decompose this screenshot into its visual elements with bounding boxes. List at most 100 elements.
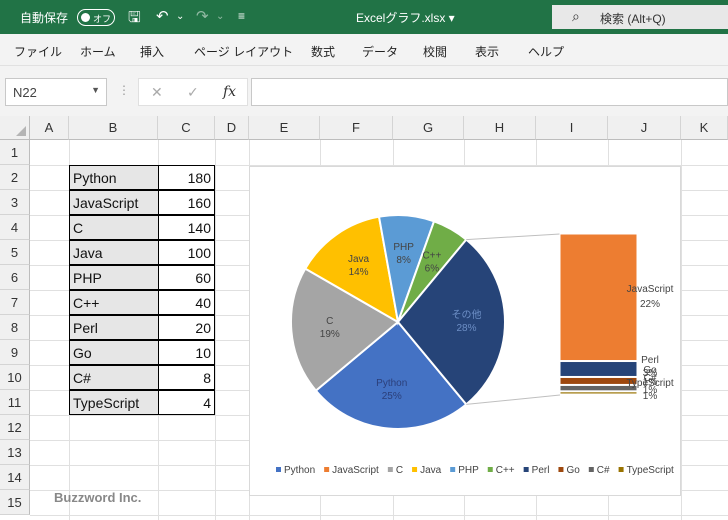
cell-value[interactable]: 20 xyxy=(158,315,215,340)
legend-item-PHP: PHP xyxy=(458,465,479,476)
legend-item-JavaScript: JavaScript xyxy=(332,465,379,476)
tab-review[interactable]: 校閲 xyxy=(423,43,447,60)
search-box[interactable]: ⌕ 検索 (Alt+Q) xyxy=(552,5,728,29)
cell-value[interactable]: 40 xyxy=(158,290,215,315)
row-header-3[interactable]: 3 xyxy=(0,190,30,215)
redo-icon[interactable]: ↷ xyxy=(196,7,209,25)
row-header-1[interactable]: 1 xyxy=(0,140,30,165)
pie-label-pct: 14% xyxy=(349,267,369,278)
row-header-6[interactable]: 6 xyxy=(0,265,30,290)
tab-file[interactable]: ファイル xyxy=(14,43,62,60)
bar-label-pct: 1% xyxy=(643,391,658,402)
cell-value[interactable]: 140 xyxy=(158,215,215,240)
autosave-toggle[interactable]: オフ xyxy=(77,9,115,26)
row-header-14[interactable]: 14 xyxy=(0,465,30,490)
search-label: 検索 (Alt+Q) xyxy=(600,12,666,26)
file-name[interactable]: Excelグラフ.xlsx ▾ xyxy=(356,9,455,26)
cell-value[interactable]: 180 xyxy=(158,165,215,190)
watermark: Buzzword Inc. xyxy=(54,490,142,505)
pie-label-name: PHP xyxy=(393,242,414,253)
column-header-A[interactable]: A xyxy=(30,116,69,140)
cell-language[interactable]: Python xyxy=(69,165,159,190)
grid-row-line xyxy=(30,515,728,516)
cell-language[interactable]: Perl xyxy=(69,315,159,340)
cell-language[interactable]: PHP xyxy=(69,265,159,290)
row-header-9[interactable]: 9 xyxy=(0,340,30,365)
cell-language[interactable]: Go xyxy=(69,340,159,365)
save-icon[interactable]: 🖫 xyxy=(128,7,141,32)
cell-language[interactable]: JavaScript xyxy=(69,190,159,215)
row-header-2[interactable]: 2 xyxy=(0,165,30,190)
column-header-G[interactable]: G xyxy=(393,116,464,140)
cancel-icon[interactable]: ✕ xyxy=(151,84,163,101)
tab-help[interactable]: ヘルプ xyxy=(528,43,564,60)
title-bar: 自動保存 オフ 🖫 ↶ ⌄ ↷ ⌄ ≡ Excelグラフ.xlsx ▾ ⌕ 検索… xyxy=(0,0,728,34)
row-header-8[interactable]: 8 xyxy=(0,315,30,340)
cell-value[interactable]: 60 xyxy=(158,265,215,290)
cell-language[interactable]: C xyxy=(69,215,159,240)
legend-item-TypeScript: TypeScript xyxy=(627,465,674,476)
legend-swatch-Go xyxy=(558,467,564,472)
search-icon: ⌕ xyxy=(572,8,580,24)
cell-value[interactable]: 160 xyxy=(158,190,215,215)
bar-label-name: JavaScript xyxy=(627,284,674,295)
cell-value[interactable]: 8 xyxy=(158,365,215,390)
bar-segment-TypeScript xyxy=(559,391,638,395)
legend-swatch-C xyxy=(387,467,393,472)
row-header-4[interactable]: 4 xyxy=(0,215,30,240)
row-header-11[interactable]: 11 xyxy=(0,390,30,415)
row-header-13[interactable]: 13 xyxy=(0,440,30,465)
cell-language[interactable]: Java xyxy=(69,240,159,265)
name-box[interactable]: N22 ▼ xyxy=(5,78,107,106)
column-header-J[interactable]: J xyxy=(608,116,681,140)
insert-function-icon[interactable]: fx xyxy=(223,84,236,100)
row-header-12[interactable]: 12 xyxy=(0,415,30,440)
legend-swatch-Java xyxy=(412,467,418,472)
tab-formulas[interactable]: 数式 xyxy=(311,43,335,60)
autosave-label: 自動保存 xyxy=(20,11,69,25)
cell-value[interactable]: 10 xyxy=(158,340,215,365)
column-header-D[interactable]: D xyxy=(215,116,249,140)
legend-item-C#: C# xyxy=(597,465,610,476)
tab-page-layout[interactable]: ページ レイアウト xyxy=(194,43,293,60)
pie-label-name: Java xyxy=(348,254,370,265)
tab-home[interactable]: ホーム xyxy=(80,43,116,60)
legend-swatch-Perl xyxy=(523,467,529,472)
select-all-button[interactable] xyxy=(0,116,30,140)
enter-icon[interactable]: ✓ xyxy=(187,84,199,101)
row-header-15[interactable]: 15 xyxy=(0,490,30,515)
cell-value[interactable]: 100 xyxy=(158,240,215,265)
formula-input[interactable] xyxy=(251,78,728,106)
cell-value[interactable]: 4 xyxy=(158,390,215,415)
column-header-F[interactable]: F xyxy=(320,116,393,140)
column-header-K[interactable]: K xyxy=(681,116,728,140)
undo-icon[interactable]: ↶ xyxy=(156,7,169,25)
cell-language[interactable]: C++ xyxy=(69,290,159,315)
column-header-B[interactable]: B xyxy=(69,116,158,140)
row-header-10[interactable]: 10 xyxy=(0,365,30,390)
legend-swatch-TypeScript xyxy=(618,467,624,472)
cell-language[interactable]: C# xyxy=(69,365,159,390)
cell-language[interactable]: TypeScript xyxy=(69,390,159,415)
column-header-E[interactable]: E xyxy=(249,116,320,140)
tab-view[interactable]: 表示 xyxy=(475,43,499,60)
chart-canvas: Python 25% C 19% Java 14% PHP 8% C++ 6% その他 28% Java… xyxy=(276,214,674,476)
legend-swatch-C# xyxy=(588,467,594,472)
column-header-H[interactable]: H xyxy=(464,116,536,140)
pie-label-pct: 19% xyxy=(320,329,340,340)
formula-bar-splitter-icon[interactable]: ⋮ xyxy=(118,83,130,97)
customize-toolbar-icon[interactable]: ≡ xyxy=(238,9,245,23)
tab-insert[interactable]: 挿入 xyxy=(140,43,164,60)
column-header-C[interactable]: C xyxy=(158,116,215,140)
column-header-I[interactable]: I xyxy=(536,116,608,140)
row-header-5[interactable]: 5 xyxy=(0,240,30,265)
redo-dropdown-icon[interactable]: ⌄ xyxy=(216,11,224,22)
bar-of-pie-chart[interactable]: Python 25% C 19% Java 14% PHP 8% C++ 6% その他 28% Java… xyxy=(249,166,681,496)
tab-data[interactable]: データ xyxy=(362,43,398,60)
connector-line xyxy=(466,233,561,241)
legend-item-Java: Java xyxy=(420,465,442,476)
legend-item-C++: C++ xyxy=(496,465,515,476)
row-header-7[interactable]: 7 xyxy=(0,290,30,315)
chevron-down-icon[interactable]: ▼ xyxy=(91,85,100,95)
undo-dropdown-icon[interactable]: ⌄ xyxy=(176,11,184,22)
